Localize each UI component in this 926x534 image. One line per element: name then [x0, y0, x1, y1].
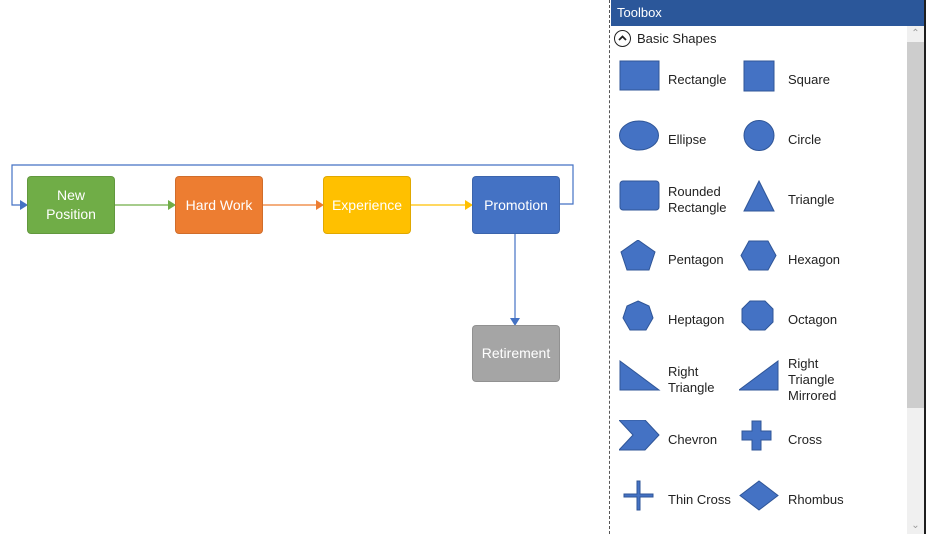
shape-label: Rectangle [668, 72, 727, 87]
connectors-layer [11, 164, 574, 326]
shape-label: Hexagon [788, 252, 841, 267]
node-experience[interactable]: Experience [323, 176, 411, 234]
chevron-icon [619, 420, 660, 451]
chevron-down-icon[interactable]: ⌄ [907, 518, 924, 534]
heptagon-icon [622, 300, 654, 331]
basic-shapes-group-header[interactable]: Basic Shapes [612, 28, 717, 48]
right-triangle-icon [619, 360, 661, 391]
shape-label: Cross [788, 432, 822, 447]
toolbox-shape-octagon[interactable]: Octagon [739, 295, 859, 345]
toolbox-panel: Toolbox Basic Shapes Rectangle Square Elli… [609, 0, 926, 534]
node-label: New Position [46, 187, 96, 222]
toolbox-shape-thin-cross[interactable]: Thin Cross [619, 475, 739, 525]
toolbox-shape-rounded-rectangle[interactable]: Rounded Rectangle [619, 175, 739, 225]
shape-label: Chevron [668, 432, 718, 447]
shape-label: Ellipse [668, 132, 707, 147]
chevron-up-icon[interactable]: ⌃ [907, 26, 924, 42]
octagon-icon [741, 300, 774, 331]
toolbox-title: Toolbox [611, 0, 926, 26]
rectangle-icon [619, 60, 660, 91]
shape-label: Rounded Rectangle [668, 184, 727, 215]
shape-label: Thin Cross [668, 492, 731, 507]
node-hard-work[interactable]: Hard Work [175, 176, 263, 234]
toolbox-shape-rectangle[interactable]: Rectangle [619, 55, 739, 105]
shape-label: Right Triangle [668, 364, 715, 395]
toolbox-shape-right-triangle-mirrored[interactable]: Right Triangle Mirrored [739, 355, 859, 405]
toolbox-shape-cross[interactable]: Cross [739, 415, 859, 465]
shape-label: Right Triangle Mirrored [788, 356, 837, 403]
toolbox-shape-right-triangle[interactable]: Right Triangle [619, 355, 739, 405]
node-label: Experience [331, 196, 403, 213]
shape-label: Heptagon [668, 312, 725, 327]
shape-label: Triangle [788, 192, 835, 207]
chevron-up-circle-icon[interactable] [614, 29, 631, 47]
thin-cross-icon [623, 480, 654, 511]
shape-label: Octagon [788, 312, 838, 327]
pentagon-icon [620, 240, 656, 271]
cross-icon [741, 420, 772, 451]
toolbox-shape-hexagon[interactable]: Hexagon [739, 235, 859, 285]
circle-icon [743, 120, 775, 151]
rounded-rectangle-icon [619, 180, 660, 211]
node-promotion[interactable]: Promotion [472, 176, 560, 234]
shape-label: Pentagon [668, 252, 724, 267]
node-label: Retirement [481, 345, 551, 361]
right-triangle-mirrored-icon [739, 360, 779, 391]
toolbox-shape-triangle[interactable]: Triangle [739, 175, 859, 225]
square-icon [743, 60, 775, 92]
node-label: Hard Work [185, 196, 253, 213]
toolbox-shape-chevron[interactable]: Chevron [619, 415, 739, 465]
ellipse-icon [619, 120, 659, 151]
shape-label: Square [788, 72, 830, 87]
toolbox-scrollbar[interactable]: ⌃ ⌄ [907, 26, 924, 534]
node-new-position[interactable]: New Position [27, 176, 115, 234]
toolbox-shape-circle[interactable]: Circle [739, 115, 859, 165]
group-label: Basic Shapes [637, 30, 717, 46]
shape-label: Rhombus [788, 492, 844, 507]
node-label: Promotion [484, 196, 548, 213]
triangle-icon [743, 180, 775, 212]
toolbox-shape-ellipse[interactable]: Ellipse [619, 115, 739, 165]
toolbox-shape-pentagon[interactable]: Pentagon [619, 235, 739, 285]
scrollbar-thumb[interactable] [907, 42, 924, 408]
toolbox-shape-square[interactable]: Square [739, 55, 859, 105]
toolbox-shape-heptagon[interactable]: Heptagon [619, 295, 739, 345]
node-retirement[interactable]: Retirement [472, 325, 560, 382]
shape-label: Circle [788, 132, 822, 147]
toolbox-shape-rhombus[interactable]: Rhombus [739, 475, 859, 525]
rhombus-icon [739, 480, 779, 511]
hexagon-icon [740, 240, 777, 271]
diagram-canvas[interactable]: New Position Hard Work Experience Promotion… [0, 0, 609, 534]
